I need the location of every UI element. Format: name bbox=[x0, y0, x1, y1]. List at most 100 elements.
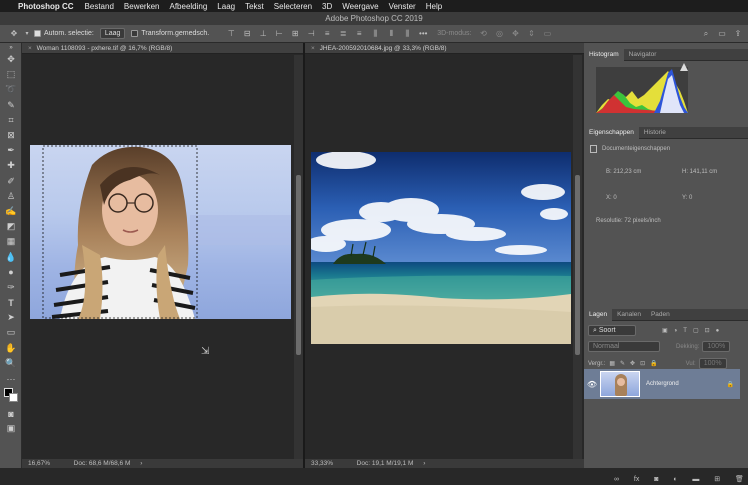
shape-tool-icon[interactable]: ▭ bbox=[0, 325, 22, 340]
lock-all-icon[interactable]: 🔒 bbox=[650, 360, 657, 367]
history-brush-tool-icon[interactable]: ✍ bbox=[0, 204, 22, 219]
crop-tool-icon[interactable]: ⌗ bbox=[0, 113, 22, 128]
blur-tool-icon[interactable]: 💧 bbox=[0, 249, 22, 264]
prop-y[interactable]: Y: 0 bbox=[682, 195, 692, 201]
canvas-woman[interactable] bbox=[30, 145, 291, 319]
prop-width[interactable]: B: 212,23 cm bbox=[606, 169, 641, 175]
align-left-icon[interactable]: ⊢ bbox=[273, 29, 285, 39]
tab-historie[interactable]: Historie bbox=[639, 127, 671, 139]
zoom-level[interactable]: 33,33% bbox=[311, 460, 333, 467]
layer-style-icon[interactable]: fx bbox=[634, 476, 639, 483]
menu-bestand[interactable]: Bestand bbox=[85, 2, 114, 11]
lock-transparent-icon[interactable]: ▦ bbox=[609, 360, 615, 367]
lasso-tool-icon[interactable]: ➰ bbox=[0, 82, 22, 97]
status-menu-icon[interactable]: › bbox=[140, 460, 142, 467]
3d-slide-icon[interactable]: ⇕ bbox=[525, 29, 537, 39]
zoom-tool-icon[interactable]: 🔍 bbox=[0, 356, 22, 371]
menu-bewerken[interactable]: Bewerken bbox=[124, 2, 160, 11]
filter-smart-icon[interactable]: ⊡ bbox=[705, 327, 710, 334]
3d-roll-icon[interactable]: ◎ bbox=[493, 29, 505, 39]
color-swatches-icon[interactable] bbox=[0, 386, 22, 406]
3d-rotate-icon[interactable]: ⟲ bbox=[477, 29, 489, 39]
prop-x[interactable]: X: 0 bbox=[606, 195, 617, 201]
tab-document-woman[interactable]: × Woman 1108093 - pxhere.tif @ 16,7% (RG… bbox=[22, 43, 303, 54]
lock-artboard-icon[interactable]: ⊡ bbox=[640, 360, 645, 367]
eyedropper-tool-icon[interactable]: ✒ bbox=[0, 143, 22, 158]
hand-tool-icon[interactable]: ✋ bbox=[0, 341, 22, 356]
menu-venster[interactable]: Venster bbox=[389, 2, 416, 11]
filter-toggle-icon[interactable]: ● bbox=[716, 328, 720, 334]
menu-app-name[interactable]: Photoshop CC bbox=[18, 2, 74, 11]
delete-layer-icon[interactable]: 🗑 bbox=[735, 475, 744, 483]
tab-navigator[interactable]: Navigator bbox=[624, 49, 662, 61]
frame-tool-icon[interactable]: ⊠ bbox=[0, 128, 22, 143]
menu-afbeelding[interactable]: Afbeelding bbox=[169, 2, 207, 11]
auto-select-dropdown[interactable]: Laag bbox=[99, 28, 126, 39]
filter-pixel-icon[interactable]: ▣ bbox=[662, 327, 668, 334]
fill-field[interactable]: 100% bbox=[698, 358, 727, 369]
link-layers-icon[interactable]: ∞ bbox=[614, 476, 619, 483]
lock-position-icon[interactable]: ✥ bbox=[630, 360, 635, 367]
distribute-vcenter-icon[interactable]: ≣ bbox=[337, 29, 349, 39]
menu-tekst[interactable]: Tekst bbox=[245, 2, 264, 11]
scrollbar-thumb[interactable] bbox=[575, 175, 580, 355]
layer-row[interactable]: 👁 Achtergrond 🔒 bbox=[584, 369, 740, 399]
collapse-toolbox-icon[interactable]: » bbox=[0, 43, 22, 52]
new-group-icon[interactable]: ▬ bbox=[692, 476, 699, 483]
distribute-bottom-icon[interactable]: ≡ bbox=[353, 29, 365, 39]
eraser-tool-icon[interactable]: ◩ bbox=[0, 219, 22, 234]
3d-scale-icon[interactable]: ▭ bbox=[541, 29, 553, 39]
close-tab-icon[interactable]: × bbox=[28, 45, 32, 52]
zoom-level[interactable]: 16,67% bbox=[28, 460, 50, 467]
vertical-scrollbar[interactable] bbox=[573, 55, 582, 459]
clone-stamp-tool-icon[interactable]: ♙ bbox=[0, 189, 22, 204]
more-tools-icon[interactable]: ··· bbox=[0, 371, 22, 386]
align-right-icon[interactable]: ⊣ bbox=[305, 29, 317, 39]
blend-mode-dropdown[interactable]: Normaal bbox=[588, 341, 660, 352]
dodge-tool-icon[interactable]: ● bbox=[0, 265, 22, 280]
align-bottom-icon[interactable]: ⊥ bbox=[257, 29, 269, 39]
tab-eigenschappen[interactable]: Eigenschappen bbox=[584, 126, 639, 139]
more-options-icon[interactable]: ••• bbox=[417, 29, 429, 39]
quick-mask-icon[interactable]: ◙ bbox=[0, 406, 22, 421]
screen-mode-icon[interactable]: ▣ bbox=[0, 421, 22, 436]
pen-tool-icon[interactable]: ✑ bbox=[0, 280, 22, 295]
healing-brush-tool-icon[interactable]: ✚ bbox=[0, 158, 22, 173]
prop-height[interactable]: H: 141,11 cm bbox=[682, 169, 717, 175]
align-vcenter-icon[interactable]: ⊟ bbox=[241, 29, 253, 39]
distribute-left-icon[interactable]: ⫼ bbox=[369, 29, 381, 39]
marquee-tool-icon[interactable]: ⬚ bbox=[0, 67, 22, 82]
filter-type-icon[interactable]: T bbox=[683, 328, 687, 334]
move-tool-icon[interactable]: ✥ bbox=[0, 52, 22, 67]
menu-help[interactable]: Help bbox=[426, 2, 442, 11]
tab-histogram[interactable]: Histogram bbox=[584, 48, 624, 61]
menu-weergave[interactable]: Weergave bbox=[342, 2, 378, 11]
workspace-icon[interactable]: ▭ bbox=[716, 29, 728, 39]
layer-kind-filter[interactable]: ⌕ Soort bbox=[588, 325, 636, 336]
menu-laag[interactable]: Laag bbox=[217, 2, 235, 11]
move-tool-preset-icon[interactable]: ✥ bbox=[8, 29, 20, 39]
lock-pixels-icon[interactable]: ✎ bbox=[620, 360, 625, 367]
transform-controls-checkbox[interactable] bbox=[131, 30, 139, 37]
tab-paden[interactable]: Paden bbox=[646, 309, 675, 321]
share-icon[interactable]: ⇪ bbox=[732, 29, 744, 39]
distribute-top-icon[interactable]: ≡ bbox=[321, 29, 333, 39]
menu-selecteren[interactable]: Selecteren bbox=[274, 2, 312, 11]
opacity-field[interactable]: 100% bbox=[702, 341, 731, 352]
adjustment-layer-icon[interactable]: ◐ bbox=[673, 476, 677, 483]
brush-tool-icon[interactable]: ✐ bbox=[0, 174, 22, 189]
auto-select-checkbox[interactable] bbox=[34, 30, 41, 37]
align-top-icon[interactable]: ⊤ bbox=[225, 29, 237, 39]
distribute-right-icon[interactable]: ⫼ bbox=[401, 29, 413, 39]
filter-adjust-icon[interactable]: ◑ bbox=[674, 328, 678, 334]
scrollbar-thumb[interactable] bbox=[296, 175, 301, 355]
quick-select-tool-icon[interactable]: ✎ bbox=[0, 98, 22, 113]
distribute-hcenter-icon[interactable]: ⫴ bbox=[385, 29, 397, 39]
align-hcenter-icon[interactable]: ⊞ bbox=[289, 29, 301, 39]
status-menu-icon[interactable]: › bbox=[423, 460, 425, 467]
tab-lagen[interactable]: Lagen bbox=[584, 308, 613, 321]
path-select-tool-icon[interactable]: ➤ bbox=[0, 310, 22, 325]
chevron-down-icon[interactable]: ▾ bbox=[24, 29, 30, 39]
new-layer-icon[interactable]: ⊞ bbox=[714, 475, 720, 483]
background-color-swatch[interactable] bbox=[9, 393, 18, 403]
